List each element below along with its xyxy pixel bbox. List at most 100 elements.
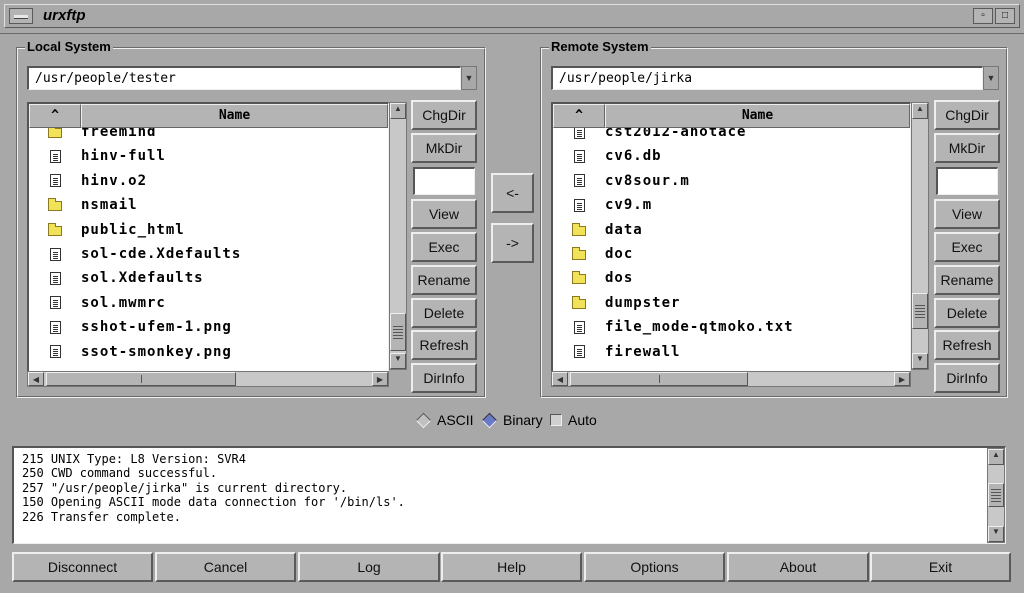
local-file-row[interactable]: sol.mwmrc [29,291,388,315]
remote-rename-button[interactable]: Rename [934,265,1000,295]
log-line: 250 CWD command successful. [22,466,218,481]
remote-file-row[interactable]: cst2012-anotace [553,128,910,144]
log-button[interactable]: Log [298,552,440,582]
remote-file-row[interactable]: doc [553,242,910,266]
remote-file-name: doc [605,246,634,262]
binary-label: Binary [503,412,543,428]
window-title: urxftp [43,7,86,24]
local-rename-button[interactable]: Rename [411,265,477,295]
remote-file-row[interactable]: cv8sour.m [553,169,910,193]
window-menu-icon[interactable] [9,8,33,24]
remote-file-list[interactable]: ^ Name cst2012-anotace cv6.db cv8sour.m cv9… [551,102,911,372]
local-vertical-scrollbar[interactable]: ▲ ▼ [389,102,407,370]
log-scroll-up-icon[interactable]: ▲ [988,449,1004,465]
local-path-input[interactable]: /usr/people/tester [27,66,461,90]
local-file-row[interactable]: hinv-full [29,144,388,168]
title-bar[interactable]: urxftp ▫ □ [0,0,1024,34]
auto-checkbox[interactable]: Auto [550,412,597,428]
log-scroll-down-icon[interactable]: ▼ [988,526,1004,542]
minimize-icon[interactable]: ▫ [973,8,993,24]
remote-dirinfo-button[interactable]: DirInfo [934,363,1000,393]
cancel-button[interactable]: Cancel [155,552,296,582]
local-path-dropdown-icon[interactable]: ▼ [461,66,477,90]
remote-scroll-down-icon[interactable]: ▼ [912,353,928,369]
remote-scroll-up-icon[interactable]: ▲ [912,103,928,119]
local-system-label: Local System [25,39,113,54]
local-file-row[interactable]: hinv.o2 [29,169,388,193]
remote-path-input[interactable]: /usr/people/jirka [551,66,983,90]
local-mkdir-button[interactable]: MkDir [411,133,477,163]
remote-file-icon-cell [553,247,605,260]
ascii-radio-indicator[interactable] [415,412,432,428]
file-icon [49,149,61,163]
local-sort-up-button[interactable]: ^ [29,104,81,128]
about-button[interactable]: About [727,552,869,582]
local-vscroll-thumb[interactable] [390,313,406,351]
remote-file-row[interactable]: dumpster [553,291,910,315]
remote-scroll-left-icon[interactable]: ◀ [552,372,568,386]
local-file-row[interactable]: sol.Xdefaults [29,266,388,290]
remote-file-row[interactable]: dos [553,266,910,290]
local-file-list[interactable]: ^ Name freemind hinv-full hinv.o2 nsmail pub… [27,102,389,372]
maximize-icon[interactable]: □ [995,8,1015,24]
remote-horizontal-scrollbar[interactable]: ◀ ▶ [551,371,911,387]
remote-file-row[interactable]: file_mode-qtmoko.txt [553,315,910,339]
local-scroll-right-icon[interactable]: ▶ [372,372,388,386]
local-exec-button[interactable]: Exec [411,232,477,262]
local-file-row[interactable]: ssot-smonkey.png [29,340,388,364]
remote-vscroll-thumb[interactable] [912,293,928,329]
local-scroll-up-icon[interactable]: ▲ [390,103,406,119]
remote-file-row[interactable]: cv6.db [553,144,910,168]
remote-file-row[interactable]: cv9.m [553,193,910,217]
local-scroll-down-icon[interactable]: ▼ [390,353,406,369]
remote-file-row[interactable]: firewall [553,340,910,364]
remote-view-button[interactable]: View [934,199,1000,229]
folder-icon [48,128,62,138]
remote-chgdir-button[interactable]: ChgDir [934,100,1000,130]
local-dirinfo-button[interactable]: DirInfo [411,363,477,393]
log-vscroll-thumb[interactable] [988,483,1004,507]
disconnect-button[interactable]: Disconnect [12,552,153,582]
download-button[interactable]: <- [491,173,534,213]
ascii-radio[interactable]: ASCII [415,412,474,428]
local-file-row[interactable]: freemind [29,128,388,144]
remote-scroll-right-icon[interactable]: ▶ [894,372,910,386]
remote-delete-button[interactable]: Delete [934,298,1000,328]
local-horizontal-scrollbar[interactable]: ◀ ▶ [27,371,389,387]
remote-path-dropdown-icon[interactable]: ▼ [983,66,999,90]
local-hscroll-thumb[interactable] [46,372,236,386]
local-file-row[interactable]: nsmail [29,193,388,217]
remote-hscroll-thumb[interactable] [570,372,748,386]
local-scroll-left-icon[interactable]: ◀ [28,372,44,386]
local-file-row[interactable]: public_html [29,218,388,242]
local-file-row[interactable]: sol-cde.Xdefaults [29,242,388,266]
options-button[interactable]: Options [584,552,725,582]
local-delete-button[interactable]: Delete [411,298,477,328]
local-name-column-header[interactable]: Name [81,104,388,128]
upload-button[interactable]: -> [491,223,534,263]
remote-exec-button[interactable]: Exec [934,232,1000,262]
remote-file-row[interactable]: data [553,218,910,242]
remote-file-icon-cell [553,320,605,334]
local-file-icon-cell [29,271,81,285]
local-list-header: ^ Name [29,104,388,128]
local-file-row[interactable]: sshot-ufem-1.png [29,315,388,339]
remote-refresh-button[interactable]: Refresh [934,330,1000,360]
remote-name-column-header[interactable]: Name [605,104,910,128]
help-button[interactable]: Help [441,552,582,582]
remote-mkdir-button[interactable]: MkDir [934,133,1000,163]
log-area[interactable]: 215 UNIX Type: L8 Version: SVR4 250 CWD c… [12,446,1006,544]
remote-sort-up-button[interactable]: ^ [553,104,605,128]
binary-radio[interactable]: Binary [481,412,543,428]
exit-button[interactable]: Exit [870,552,1011,582]
log-vertical-scrollbar[interactable]: ▲ ▼ [987,448,1005,543]
binary-radio-indicator[interactable] [481,412,498,428]
local-command-input[interactable] [413,167,475,195]
auto-checkbox-indicator[interactable] [550,414,562,426]
local-chgdir-button[interactable]: ChgDir [411,100,477,130]
local-view-button[interactable]: View [411,199,477,229]
remote-file-name: cv6.db [605,148,662,165]
remote-command-input[interactable] [936,167,998,195]
remote-vertical-scrollbar[interactable]: ▲ ▼ [911,102,929,370]
local-refresh-button[interactable]: Refresh [411,330,477,360]
